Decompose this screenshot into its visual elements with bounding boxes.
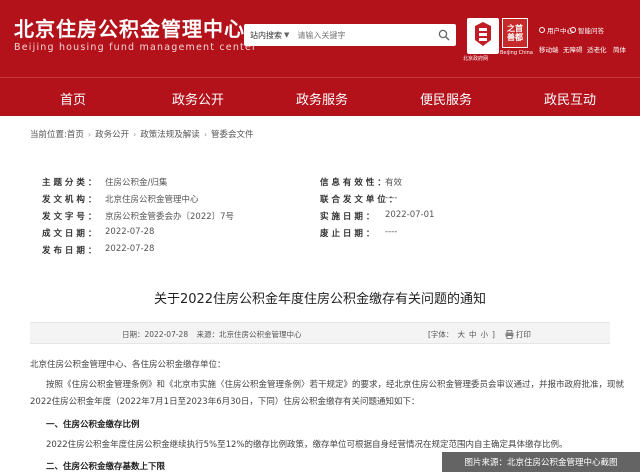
beijing-gov-caption: 北京政府网 [463, 56, 489, 62]
document-date: 日期：2022-07-28 [122, 330, 189, 339]
nav-item-convenience[interactable]: 便民服务 [420, 89, 472, 108]
paragraph-line: 按照《住房公积金管理条例》和《北京市实施〈住房公积金管理条例〉若干规定》的要求，… [46, 380, 625, 390]
image-source-watermark: 图片来源：北京住房公积金管理中心截图 [442, 452, 640, 472]
font-size-small[interactable]: 小 [480, 329, 488, 340]
section-heading: 二、住房公积金缴存基数上下限 [46, 462, 166, 472]
info-label: 废 止 日 期 ： [320, 229, 375, 239]
info-row: 主 题 分 类 ： 住房公积金/归集 信 息 有 效 性 ： 有效 [30, 176, 610, 193]
info-label: 发 文 机 构 ： [42, 195, 97, 205]
capital-logo-text-1: 之首 [507, 24, 523, 33]
main-nav: 首页 政务公开 政务服务 便民服务 政民互动 [0, 77, 640, 116]
search-input[interactable] [297, 30, 428, 40]
search-scope-label: 站内搜索 [250, 30, 282, 40]
info-value: 2022-07-28 [105, 244, 155, 254]
search-button[interactable] [436, 27, 452, 43]
smart-qa-label: 智能问答 [578, 27, 604, 35]
info-label: 成 文 日 期 ： [42, 229, 97, 239]
info-label: 实 施 日 期 ： [320, 212, 375, 222]
paragraph-line: 2022住房公积金年度（2022年7月1日至2023年6月30日，下同）住房公积… [30, 397, 420, 407]
simplified-chinese-link[interactable]: 简体 [613, 44, 626, 54]
breadcrumb: 当前位置:首页 › 政务公开 › 政策法规及解读 › 管委会文件 [30, 128, 254, 141]
mobile-label: 移动端 [539, 46, 559, 54]
beijing-gov-emblem-icon [475, 22, 491, 46]
breadcrumb-committee-docs[interactable]: 管委会文件 [211, 128, 254, 140]
smart-qa-link[interactable]: 智能问答 [570, 25, 604, 35]
document-info-table: 主 题 分 类 ： 住房公积金/归集 信 息 有 效 性 ： 有效 发 文 机 … [30, 170, 610, 256]
info-value: 京房公积金管委会办〔2022〕7号 [105, 212, 235, 222]
user-center-link[interactable]: 用户中心 [539, 25, 573, 35]
info-label: 发 布 日 期 ： [42, 246, 97, 256]
info-row: 成 文 日 期 ： 2022-07-28 废 止 日 期 ： ---- [30, 227, 610, 244]
paragraph-line: 2022住房公积金年度住房公积金继续执行5%至12%的缴存比例政策，缴存单位可根… [46, 440, 568, 450]
chevron-right-icon: › [87, 129, 92, 139]
breadcrumb-gov-affairs[interactable]: 政务公开 [95, 128, 129, 140]
capital-logo-caption: Beijing China [500, 50, 533, 56]
nav-item-gov-affairs-open[interactable]: 政务公开 [172, 89, 224, 108]
simplified-chinese-label: 简体 [613, 46, 626, 54]
accessibility-link[interactable]: 无障碍 [563, 44, 583, 54]
capital-logo-text-2: 善都 [507, 33, 523, 42]
print-label: 打印 [515, 330, 531, 339]
mobile-link[interactable]: 移动端 [539, 44, 559, 54]
breadcrumb-home[interactable]: 当前位置:首页 [30, 128, 84, 140]
document-tools: [字体： 大 中 小 ] 打印 [428, 329, 531, 340]
chevron-right-icon: › [133, 129, 137, 139]
info-row: 发 文 字 号 ： 京房公积金管委会办〔2022〕7号 实 施 日 期 ： 20… [30, 210, 610, 227]
info-label: 发 文 字 号 ： [42, 212, 97, 222]
accessibility-label: 无障碍 [563, 46, 583, 54]
search-box: 站内搜索 ▼ [244, 24, 456, 46]
nav-item-interaction[interactable]: 政民互动 [544, 89, 596, 108]
site-header: 北京住房公积金管理中心 Beijing housing fund managem… [0, 0, 640, 77]
info-value: ---- [385, 227, 398, 237]
site-subtitle: Beijing housing fund management center [14, 42, 258, 53]
document-title: 关于2022住房公积金年度住房公积金缴存有关问题的通知 [153, 292, 487, 307]
nav-item-gov-services[interactable]: 政务服务 [296, 89, 348, 108]
info-label: 信 息 有 效 性 ： [320, 178, 386, 188]
document-source: 来源：北京住房公积金管理中心 [196, 330, 302, 339]
site-title[interactable]: 北京住房公积金管理中心 [14, 13, 245, 42]
addressee: 北京住房公积金管理中心、各住房公积金缴存单位： [30, 360, 226, 370]
print-button[interactable]: 打印 [505, 329, 531, 340]
elderly-mode-link[interactable]: 适老化 [587, 44, 607, 54]
section-heading: 一、住房公积金缴存比例 [46, 420, 140, 430]
breadcrumb-policy[interactable]: 政策法规及解读 [140, 128, 200, 140]
info-value: 有效 [385, 178, 403, 188]
printer-icon [505, 330, 514, 339]
chevron-down-icon: ▼ [284, 31, 290, 39]
document-meta: 日期：2022-07-28 来源：北京住房公积金管理中心 [122, 329, 301, 340]
info-label: 主 题 分 类 ： [42, 178, 97, 188]
document-meta-bar: 日期：2022-07-28 来源：北京住房公积金管理中心 [字体： 大 中 小 … [30, 322, 610, 344]
info-row: 发 布 日 期 ： 2022-07-28 [30, 244, 610, 261]
search-scope-select[interactable]: 站内搜索 ▼ [244, 30, 289, 41]
nav-item-home[interactable]: 首页 [60, 89, 86, 108]
info-value: 住房公积金/归集 [105, 178, 168, 188]
search-icon [438, 29, 450, 41]
info-value: 2022-07-01 [385, 210, 435, 220]
info-value: 北京住房公积金管理中心 [105, 195, 199, 205]
info-value: ---- [385, 193, 398, 203]
font-size-label: [字体： [428, 330, 454, 339]
font-size-end: ] [491, 330, 495, 339]
capital-logo[interactable]: 之首 善都 [502, 18, 528, 48]
font-size-medium[interactable]: 中 [469, 329, 477, 340]
beijing-gov-logo[interactable] [467, 18, 499, 54]
user-icon [539, 27, 545, 33]
info-row: 发 文 机 构 ： 北京住房公积金管理中心 联 合 发 文 单 位 ： ---- [30, 193, 610, 210]
elderly-mode-label: 适老化 [587, 46, 607, 54]
info-value: 2022-07-28 [105, 227, 155, 237]
chevron-right-icon: › [203, 129, 208, 139]
font-size-large[interactable]: 大 [457, 329, 465, 340]
chat-icon [570, 27, 576, 33]
